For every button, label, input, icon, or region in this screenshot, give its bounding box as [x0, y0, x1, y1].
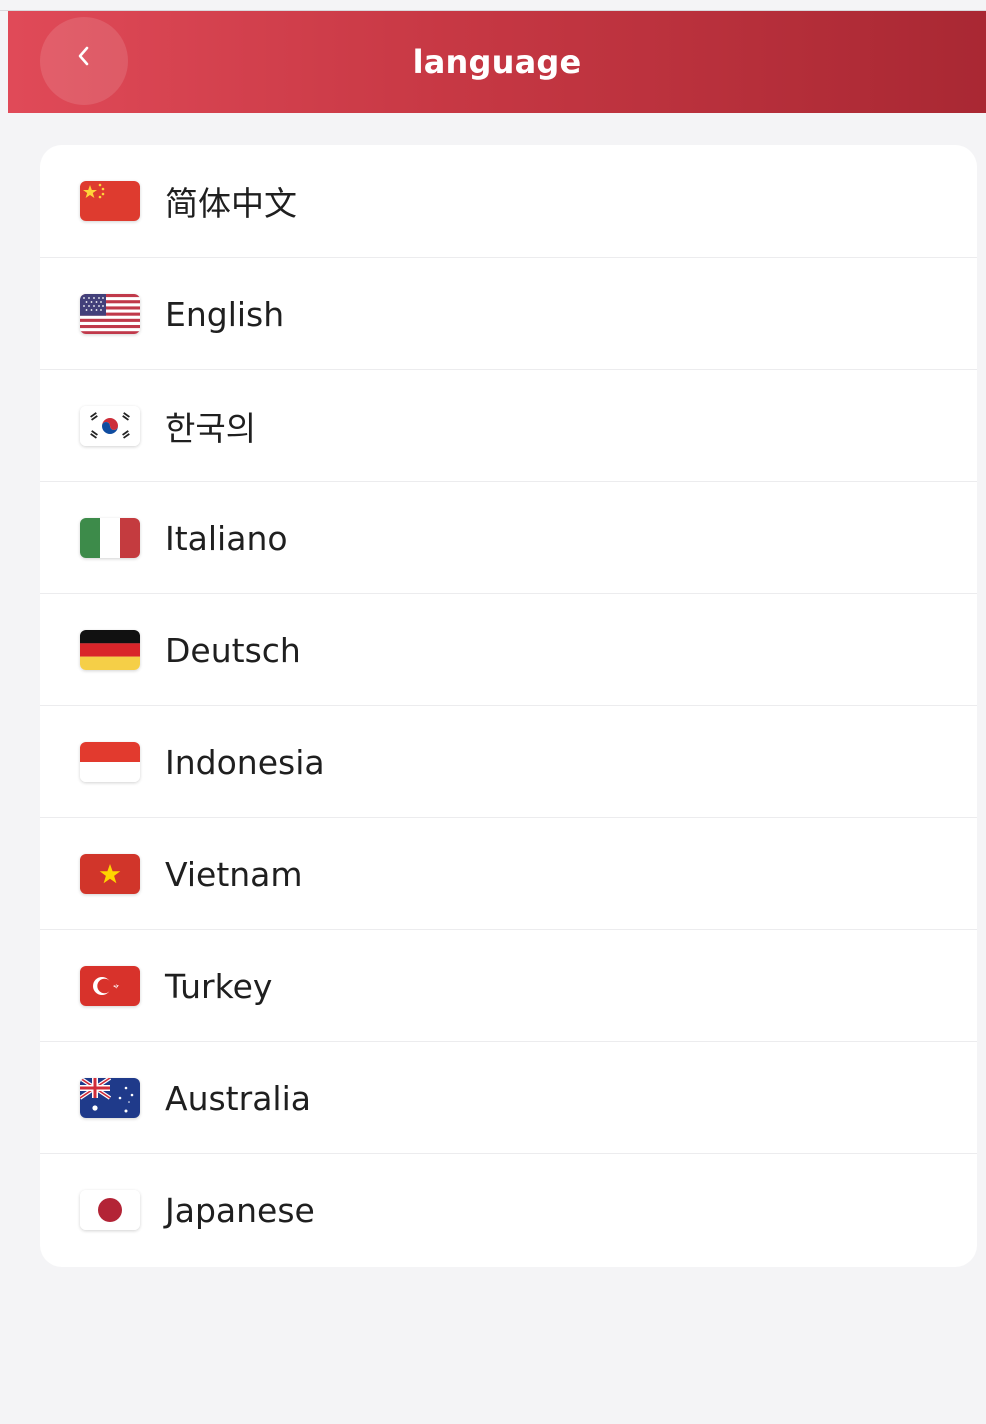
- turkey-flag-icon: [80, 966, 140, 1006]
- top-divider: [0, 0, 986, 11]
- indonesia-flag-icon: [80, 742, 140, 782]
- language-item-chinese[interactable]: 简体中文: [40, 145, 977, 257]
- japan-flag-icon: [80, 1190, 140, 1230]
- language-label: Indonesia: [165, 742, 325, 782]
- language-label: Deutsch: [165, 630, 301, 670]
- language-item-australia[interactable]: Australia: [40, 1041, 977, 1154]
- language-label: Vietnam: [165, 854, 303, 894]
- app-header: language: [8, 11, 986, 113]
- language-label: Turkey: [165, 966, 273, 1006]
- language-item-german[interactable]: Deutsch: [40, 593, 977, 706]
- language-item-korean[interactable]: 한국의: [40, 369, 977, 482]
- language-label: Australia: [165, 1078, 311, 1118]
- germany-flag-icon: [80, 630, 140, 670]
- vietnam-flag-icon: [80, 854, 140, 894]
- back-button[interactable]: [40, 17, 128, 105]
- language-list: 简体中文 English 한국의 Italiano Deutsch Indone…: [40, 145, 977, 1267]
- language-item-english[interactable]: English: [40, 257, 977, 370]
- australia-flag-icon: [80, 1078, 140, 1118]
- chevron-left-icon: [73, 46, 95, 71]
- china-flag-icon: [80, 181, 140, 221]
- south-korea-flag-icon: [80, 406, 140, 446]
- language-item-vietnamese[interactable]: Vietnam: [40, 817, 977, 930]
- language-label: 한국의: [165, 409, 257, 448]
- italy-flag-icon: [80, 518, 140, 558]
- language-item-japanese[interactable]: Japanese: [40, 1153, 977, 1266]
- language-label: English: [165, 294, 285, 334]
- language-label: Japanese: [165, 1190, 315, 1230]
- language-label: 简体中文: [165, 184, 297, 223]
- language-item-italian[interactable]: Italiano: [40, 481, 977, 594]
- language-item-indonesian[interactable]: Indonesia: [40, 705, 977, 818]
- usa-flag-icon: [80, 294, 140, 334]
- language-label: Italiano: [165, 518, 288, 558]
- language-item-turkish[interactable]: Turkey: [40, 929, 977, 1042]
- page-title: language: [412, 43, 582, 81]
